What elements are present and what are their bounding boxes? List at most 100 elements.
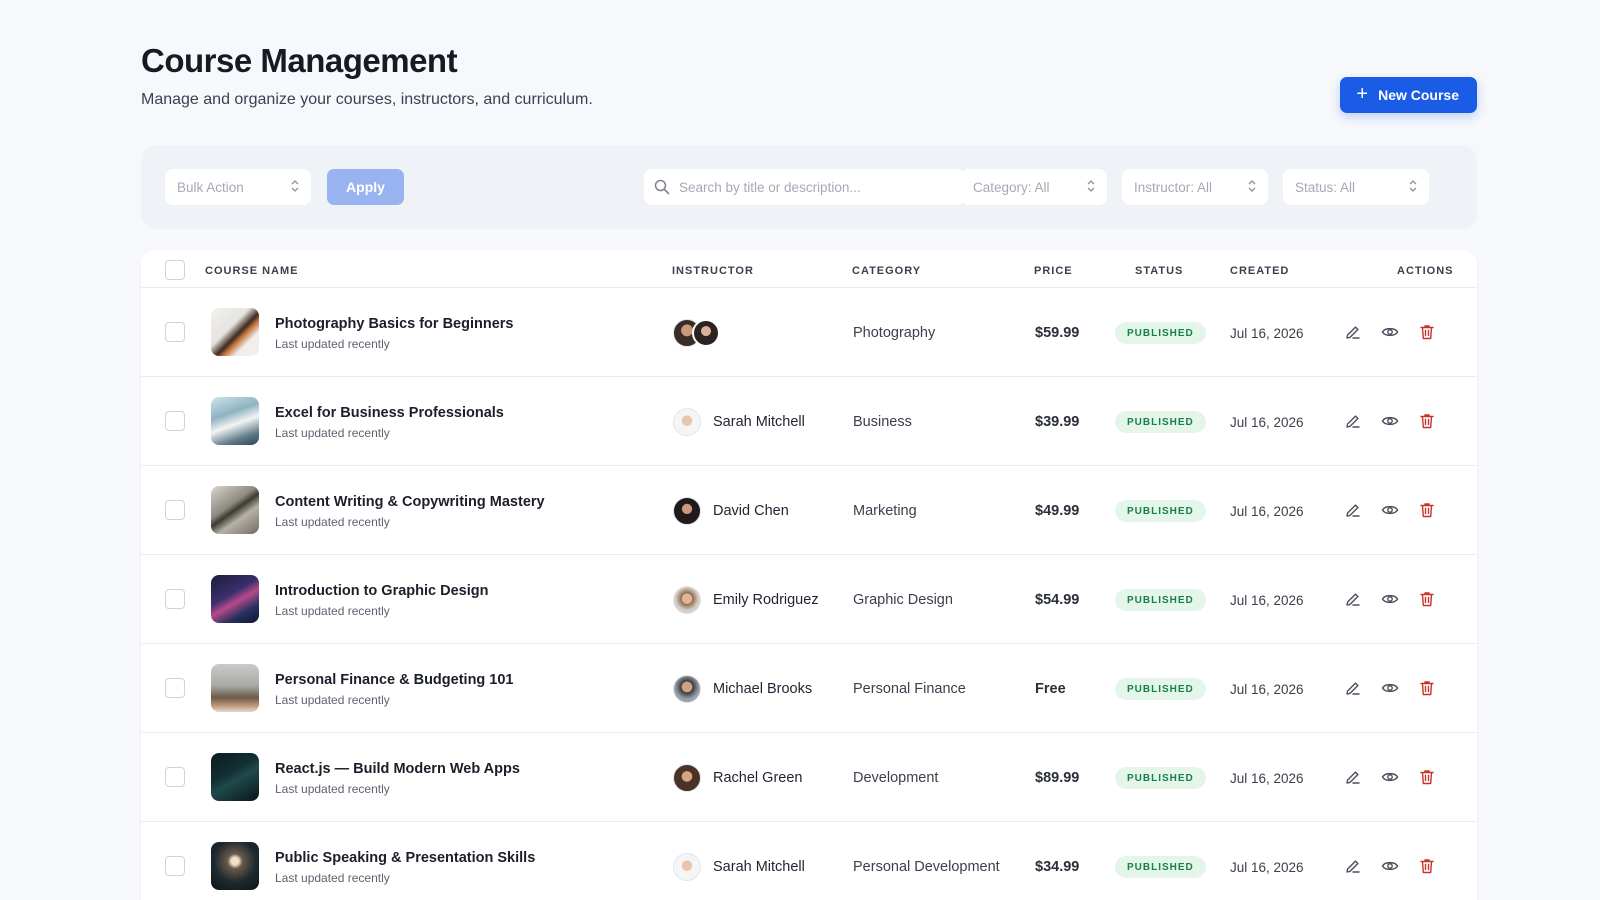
course-category: Marketing <box>853 503 917 519</box>
table-row[interactable]: Public Speaking & Presentation Skills La… <box>141 822 1477 900</box>
instructor-filter-select[interactable]: Instructor: All <box>1122 169 1268 205</box>
search-icon <box>654 179 670 195</box>
bulk-action-select[interactable]: Bulk Action <box>165 169 311 205</box>
created-date: Jul 16, 2026 <box>1230 504 1304 519</box>
created-date: Jul 16, 2026 <box>1230 771 1304 786</box>
course-price: $34.99 <box>1035 859 1080 875</box>
status-badge: PUBLISHED <box>1115 589 1206 611</box>
row-checkbox[interactable] <box>165 767 185 787</box>
row-checkbox[interactable] <box>165 322 185 342</box>
course-price: $59.99 <box>1035 325 1080 341</box>
edit-icon[interactable] <box>1344 857 1362 875</box>
edit-icon[interactable] <box>1344 412 1362 430</box>
trash-icon[interactable] <box>1418 590 1436 608</box>
trash-icon[interactable] <box>1418 412 1436 430</box>
instructor-name: Sarah Mitchell <box>713 414 805 430</box>
course-title[interactable]: Photography Basics for Beginners <box>275 316 514 332</box>
new-course-label: New Course <box>1378 87 1459 103</box>
instructor-avatar <box>673 853 701 881</box>
search-input[interactable] <box>679 179 949 195</box>
eye-icon[interactable] <box>1381 323 1399 341</box>
course-updated: Last updated recently <box>275 426 390 440</box>
created-date: Jul 16, 2026 <box>1230 682 1304 697</box>
course-category: Personal Development <box>853 859 1000 875</box>
table-row[interactable]: Content Writing & Copywriting Mastery La… <box>141 466 1477 555</box>
eye-icon[interactable] <box>1381 857 1399 875</box>
row-checkbox[interactable] <box>165 678 185 698</box>
status-badge: PUBLISHED <box>1115 767 1206 789</box>
course-updated: Last updated recently <box>275 782 390 796</box>
instructor-avatar <box>673 675 701 703</box>
course-price: $89.99 <box>1035 770 1080 786</box>
category-filter-label: Category: All <box>973 179 1050 195</box>
course-management-page: Course Management Manage and organize yo… <box>141 0 1477 900</box>
row-checkbox[interactable] <box>165 856 185 876</box>
eye-icon[interactable] <box>1381 679 1399 697</box>
instructor-name: Sarah Mitchell <box>713 859 805 875</box>
edit-icon[interactable] <box>1344 501 1362 519</box>
search-box[interactable] <box>644 169 965 205</box>
trash-icon[interactable] <box>1418 768 1436 786</box>
instructor-name: Rachel Green <box>713 770 803 786</box>
row-checkbox[interactable] <box>165 500 185 520</box>
edit-icon[interactable] <box>1344 768 1362 786</box>
edit-icon[interactable] <box>1344 323 1362 341</box>
table-row[interactable]: Excel for Business Professionals Last up… <box>141 377 1477 466</box>
eye-icon[interactable] <box>1381 412 1399 430</box>
course-price: $54.99 <box>1035 592 1080 608</box>
course-category: Personal Finance <box>853 681 966 697</box>
column-price[interactable]: PRICE <box>1034 265 1073 277</box>
category-filter-select[interactable]: Category: All <box>961 169 1107 205</box>
eye-icon[interactable] <box>1381 501 1399 519</box>
course-updated: Last updated recently <box>275 604 390 618</box>
column-course-name[interactable]: COURSE NAME <box>205 265 299 277</box>
course-thumbnail <box>211 486 259 534</box>
course-category: Photography <box>853 325 936 341</box>
apply-button[interactable]: Apply <box>327 169 404 205</box>
trash-icon[interactable] <box>1418 679 1436 697</box>
eye-icon[interactable] <box>1381 768 1399 786</box>
table-row[interactable]: Photography Basics for Beginners Last up… <box>141 288 1477 377</box>
instructor-avatar <box>673 408 701 436</box>
course-updated: Last updated recently <box>275 693 390 707</box>
created-date: Jul 16, 2026 <box>1230 326 1304 341</box>
edit-icon[interactable] <box>1344 679 1362 697</box>
new-course-button[interactable]: + New Course <box>1340 77 1477 113</box>
course-title[interactable]: Introduction to Graphic Design <box>275 583 488 599</box>
edit-icon[interactable] <box>1344 590 1362 608</box>
status-badge: PUBLISHED <box>1115 322 1206 344</box>
column-status[interactable]: STATUS <box>1135 265 1183 277</box>
table-row[interactable]: React.js — Build Modern Web Apps Last up… <box>141 733 1477 822</box>
column-category[interactable]: CATEGORY <box>852 265 921 277</box>
instructor-avatar <box>673 764 701 792</box>
chevron-updown-icon <box>291 180 299 192</box>
row-checkbox[interactable] <box>165 589 185 609</box>
trash-icon[interactable] <box>1418 857 1436 875</box>
course-title[interactable]: Excel for Business Professionals <box>275 405 504 421</box>
column-instructor[interactable]: INSTRUCTOR <box>672 265 754 277</box>
course-title[interactable]: React.js — Build Modern Web Apps <box>275 761 520 777</box>
row-checkbox[interactable] <box>165 411 185 431</box>
course-category: Graphic Design <box>853 592 953 608</box>
table-row[interactable]: Personal Finance & Budgeting 101 Last up… <box>141 644 1477 733</box>
instructor-name: David Chen <box>713 503 789 519</box>
trash-icon[interactable] <box>1418 323 1436 341</box>
column-created[interactable]: CREATED <box>1230 265 1289 277</box>
table-header: COURSE NAME INSTRUCTOR CATEGORY PRICE ST… <box>141 250 1477 288</box>
course-title[interactable]: Personal Finance & Budgeting 101 <box>275 672 514 688</box>
trash-icon[interactable] <box>1418 501 1436 519</box>
table-row[interactable]: Introduction to Graphic Design Last upda… <box>141 555 1477 644</box>
course-price: $49.99 <box>1035 503 1080 519</box>
eye-icon[interactable] <box>1381 590 1399 608</box>
course-category: Development <box>853 770 939 786</box>
chevron-updown-icon <box>1087 180 1095 192</box>
filter-bar: Bulk Action Apply Category: All Instruct… <box>141 145 1477 229</box>
created-date: Jul 16, 2026 <box>1230 593 1304 608</box>
status-filter-select[interactable]: Status: All <box>1283 169 1429 205</box>
instructor-filter-label: Instructor: All <box>1134 179 1213 195</box>
select-all-checkbox[interactable] <box>165 260 185 280</box>
course-title[interactable]: Public Speaking & Presentation Skills <box>275 850 535 866</box>
course-category: Business <box>853 414 912 430</box>
page-header: Course Management Manage and organize yo… <box>141 0 1477 145</box>
course-title[interactable]: Content Writing & Copywriting Mastery <box>275 494 545 510</box>
